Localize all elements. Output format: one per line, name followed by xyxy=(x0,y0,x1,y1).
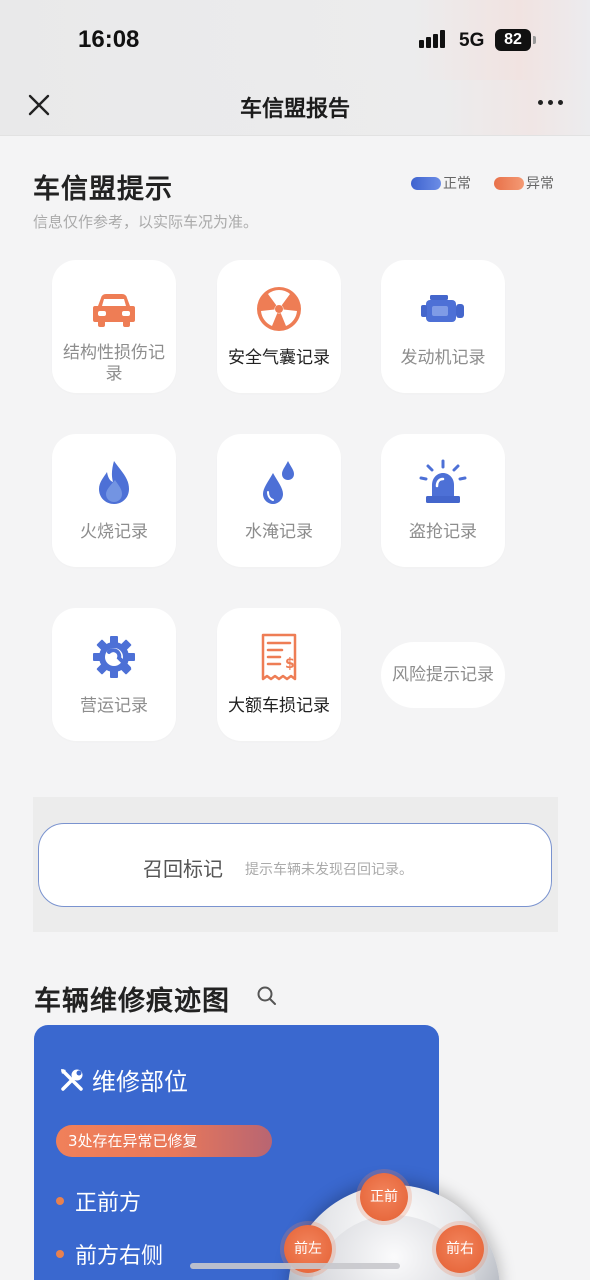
status-time: 16:08 xyxy=(78,26,140,53)
repair-warning-badge: 3处存在异常已修复 xyxy=(56,1125,272,1157)
tile-label: 营运记录 xyxy=(80,696,148,716)
engine-icon xyxy=(421,295,464,322)
tips-subtitle: 信息仅作参考，以实际车况为准。 xyxy=(33,213,259,231)
recall-title: 召回标记 xyxy=(143,857,223,881)
legend-abnormal-swatch xyxy=(494,176,524,190)
battery-icon: 82 xyxy=(495,29,531,51)
tile-risk-tips[interactable]: 风险提示记录 xyxy=(381,642,505,708)
repair-part-item: 正前方 xyxy=(56,1185,141,1217)
recall-card[interactable]: 召回标记 提示车辆未发现召回记录。 xyxy=(38,823,552,907)
legend-abnormal-label: 异常 xyxy=(526,176,554,192)
home-indicator[interactable] xyxy=(190,1263,400,1269)
tile-engine[interactable]: 发动机记录 xyxy=(381,260,505,393)
tile-fire[interactable]: 火烧记录 xyxy=(52,434,176,567)
network-label: 5G xyxy=(459,30,485,51)
status-bar: 16:08 5G 82 xyxy=(0,0,590,80)
page-title: 车信盟报告 xyxy=(239,97,350,122)
legend-normal-swatch xyxy=(411,176,441,190)
tile-label: 安全气囊记录 xyxy=(228,348,330,368)
repair-title: 车辆维修痕迹图 xyxy=(34,986,230,1017)
tile-theft[interactable]: 盗抢记录 xyxy=(381,434,505,567)
recall-text: 提示车辆未发现召回记录。 xyxy=(245,862,413,878)
tile-flood[interactable]: 水淹记录 xyxy=(217,434,341,567)
tile-label: 火烧记录 xyxy=(80,522,148,542)
marker-front-right[interactable]: 前右 xyxy=(436,1225,484,1273)
legend-normal: 正常 xyxy=(411,174,471,192)
tile-structural-damage[interactable]: 结构性损伤记录 xyxy=(52,260,176,393)
svg-text:$: $ xyxy=(285,656,295,672)
tile-label: 水淹记录 xyxy=(245,522,313,542)
tile-airbag[interactable]: 安全气囊记录 xyxy=(217,260,341,393)
nav-bar: 车信盟报告 xyxy=(0,80,590,136)
tile-label: 结构性损伤记录 xyxy=(63,343,165,384)
search-icon[interactable] xyxy=(256,985,278,1007)
fire-icon xyxy=(99,461,129,504)
gear-wrench-icon xyxy=(93,636,135,678)
water-drop-icon xyxy=(263,461,294,504)
tile-label: 发动机记录 xyxy=(400,348,486,368)
more-icon[interactable] xyxy=(536,100,568,110)
tile-label: 大额车损记录 xyxy=(228,696,330,716)
tile-large-damage[interactable]: $ 大额车损记录 xyxy=(217,608,341,741)
airbag-icon xyxy=(257,287,301,331)
repair-part-label: 前方右侧 xyxy=(75,1244,164,1269)
repair-part-label: 正前方 xyxy=(75,1191,142,1216)
marker-front[interactable]: 正前 xyxy=(360,1173,408,1221)
bullet-dot xyxy=(56,1197,64,1205)
wrench-icon xyxy=(61,1069,83,1091)
car-icon xyxy=(93,294,135,327)
signal-icon xyxy=(419,30,449,48)
battery-cap xyxy=(533,36,536,44)
legend-abnormal: 异常 xyxy=(494,174,554,192)
tile-operation[interactable]: 营运记录 xyxy=(52,608,176,741)
tile-label: 盗抢记录 xyxy=(409,522,477,542)
bullet-dot xyxy=(56,1250,64,1258)
repair-card-title: 维修部位 xyxy=(92,1068,188,1096)
alarm-light-icon xyxy=(419,459,467,503)
receipt-icon: $ xyxy=(261,633,297,681)
repair-part-item: 前方右侧 xyxy=(56,1238,163,1270)
legend-normal-label: 正常 xyxy=(443,176,471,192)
tips-title: 车信盟提示 xyxy=(33,174,173,205)
